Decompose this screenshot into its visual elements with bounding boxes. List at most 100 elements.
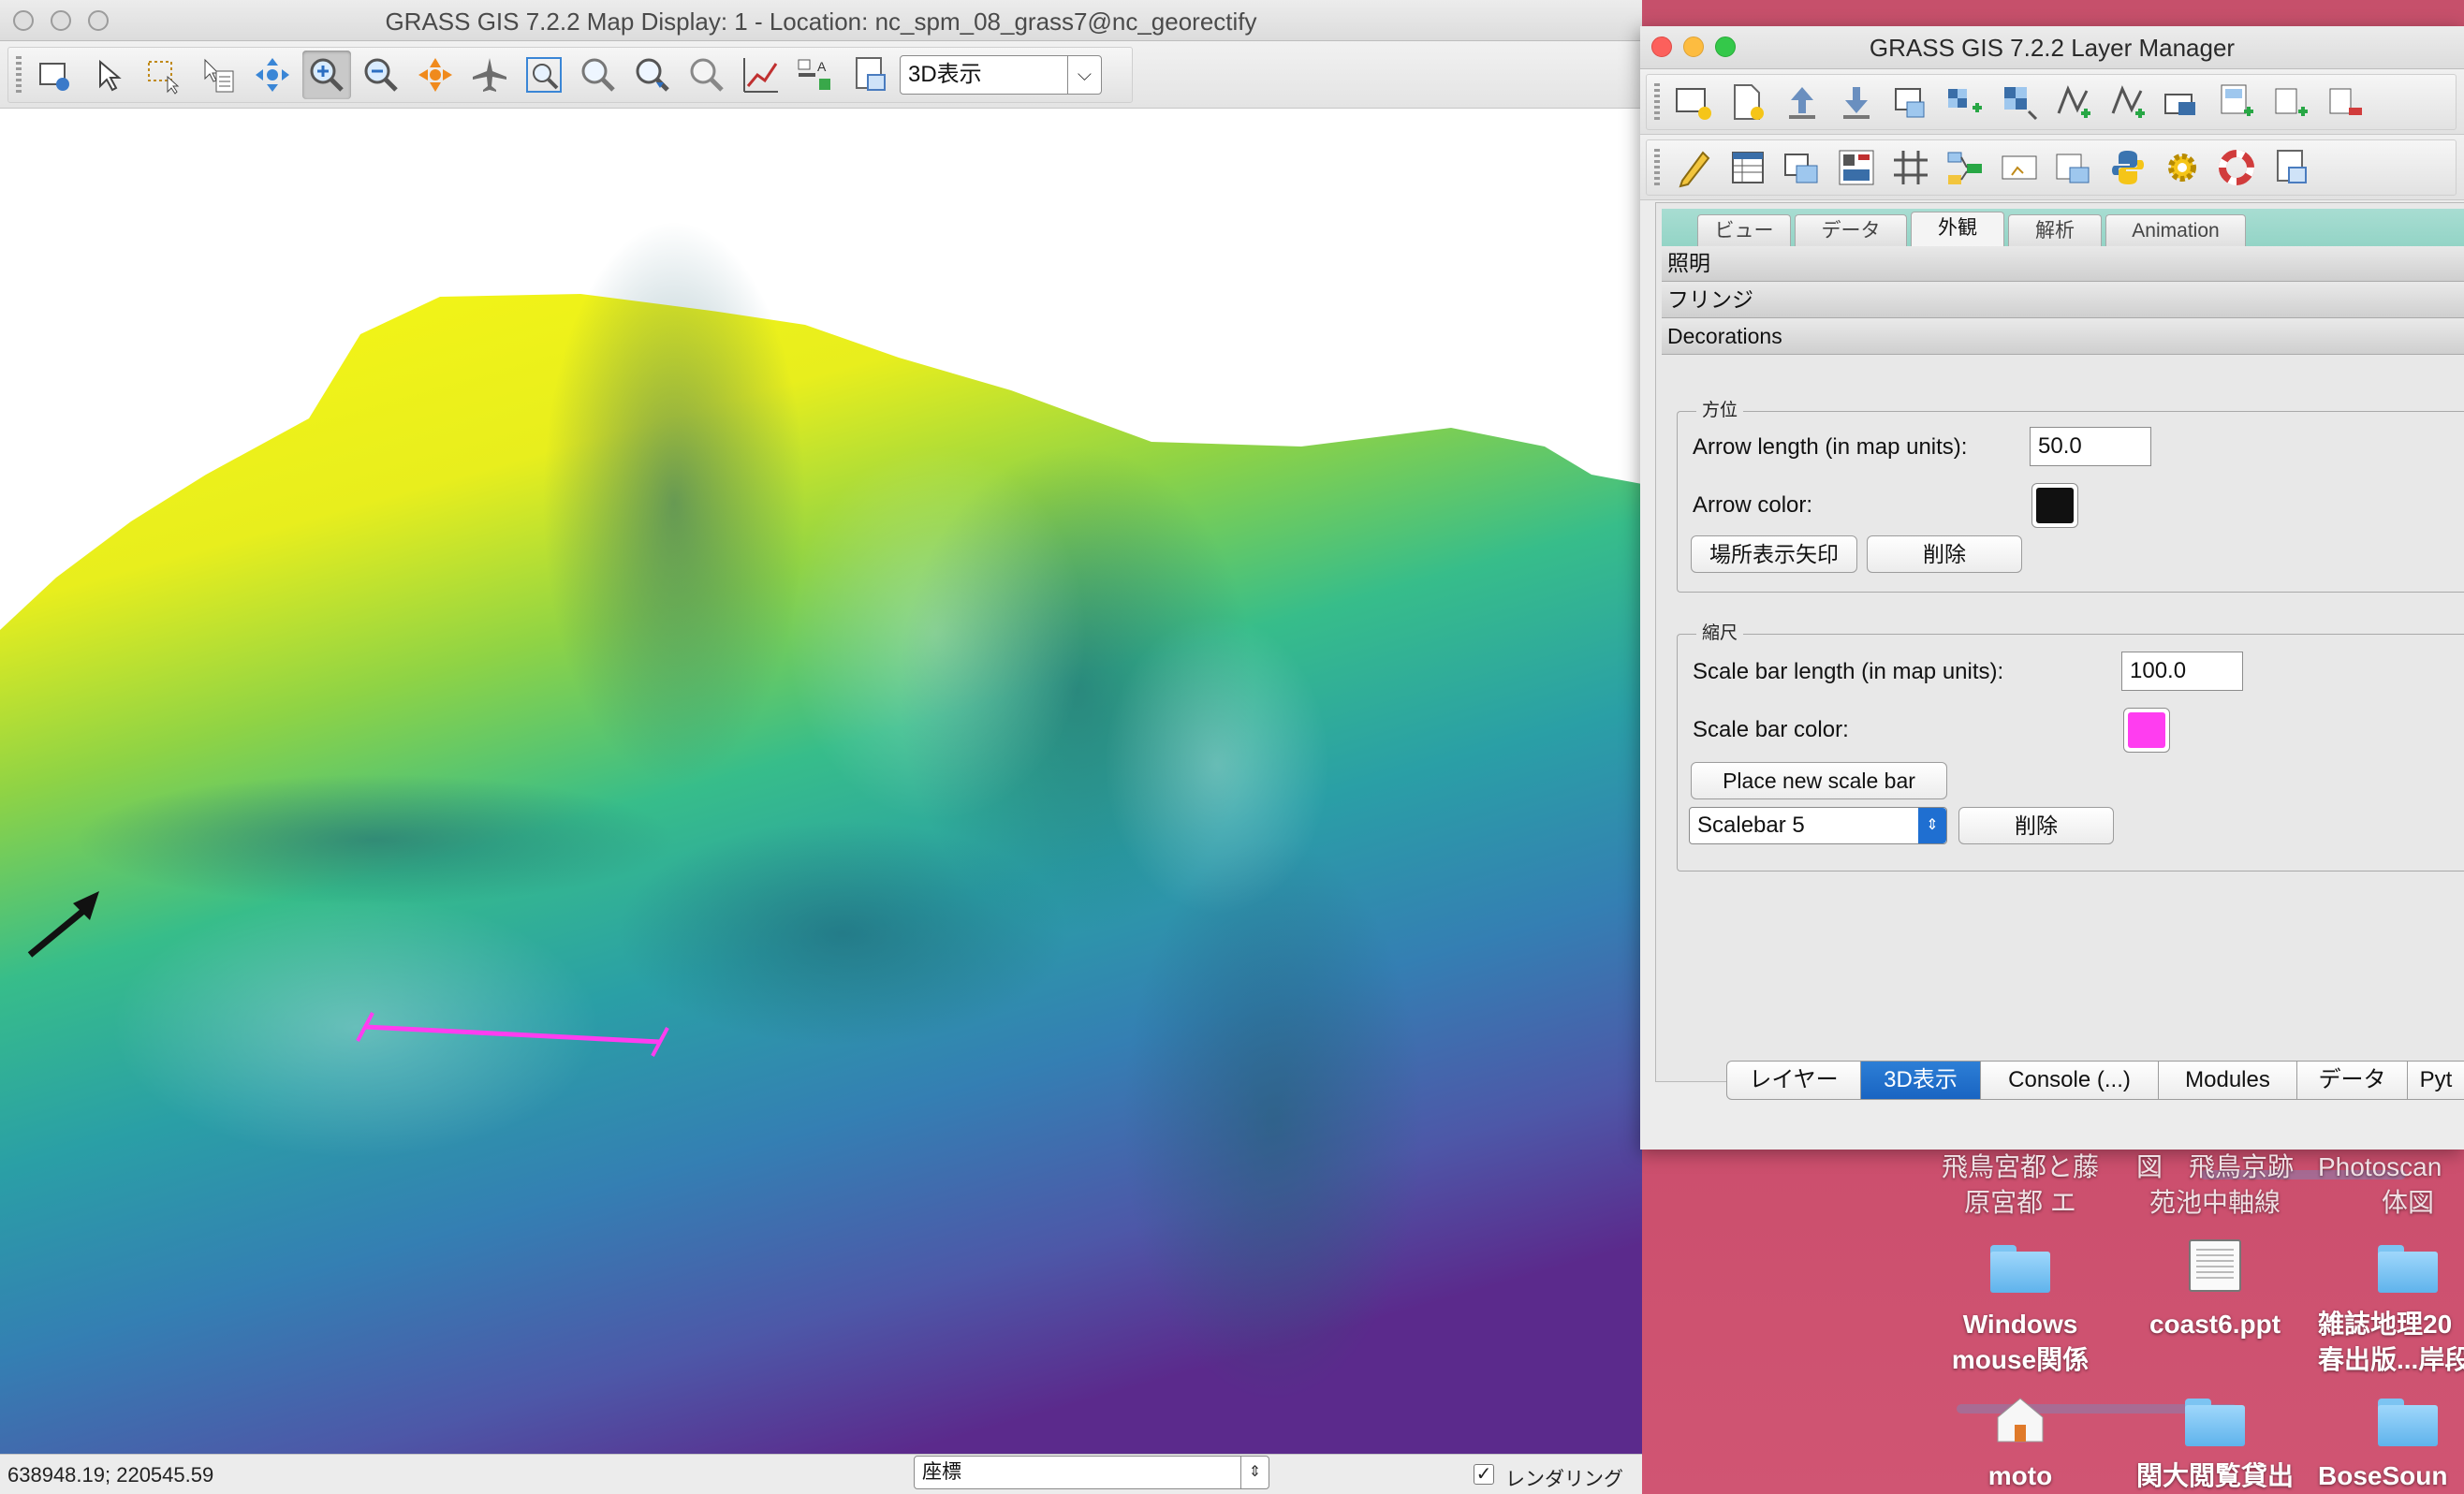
map-display-icon[interactable] bbox=[1778, 143, 1826, 192]
tab-animation[interactable]: Animation bbox=[2105, 214, 2246, 248]
add-vector-misc-icon[interactable] bbox=[2104, 78, 2152, 126]
toolbar-grip[interactable] bbox=[1654, 149, 1660, 186]
svg-text:A: A bbox=[817, 59, 827, 74]
overlay-icon[interactable]: A bbox=[791, 51, 840, 99]
zoom-in-icon[interactable] bbox=[302, 51, 351, 99]
load-map-layers-icon[interactable] bbox=[1886, 78, 1935, 126]
section-lighting[interactable]: 照明 bbox=[1662, 246, 2464, 282]
remove-layer-icon[interactable] bbox=[2321, 78, 2369, 126]
scalebar-select-value: Scalebar 5 bbox=[1697, 813, 1805, 838]
arrow-length-input[interactable]: 50.0 bbox=[2030, 427, 2151, 466]
arrow-color-button[interactable] bbox=[2031, 483, 2078, 528]
save-display-icon[interactable] bbox=[2266, 143, 2315, 192]
tab-python[interactable]: Pyt bbox=[2408, 1061, 2464, 1100]
add-misc-layer-icon[interactable] bbox=[2266, 78, 2315, 126]
chevron-updown-icon: ⇕ bbox=[1240, 1457, 1269, 1488]
map-toolbar-group: A 3D表示 ⌵ bbox=[7, 47, 1133, 103]
folder-icon bbox=[2378, 1399, 2438, 1446]
tab-modules[interactable]: Modules bbox=[2159, 1061, 2297, 1100]
zoom-out-icon[interactable] bbox=[357, 51, 405, 99]
add-vector-icon[interactable] bbox=[2049, 78, 2098, 126]
query-icon[interactable] bbox=[194, 51, 242, 99]
desktop-folder-chiri[interactable]: 雑誌地理20 春出版...岸段 bbox=[2305, 1236, 2464, 1378]
scale-bar-color-button[interactable] bbox=[2123, 708, 2170, 753]
render-checkbox[interactable]: ✓ bbox=[1474, 1464, 1494, 1485]
terrain-3d-view[interactable] bbox=[0, 110, 1642, 1454]
zoom-region-icon[interactable] bbox=[520, 51, 568, 99]
pointer-icon[interactable] bbox=[85, 51, 134, 99]
save-icon[interactable] bbox=[845, 51, 894, 99]
new-workspace-icon[interactable] bbox=[1723, 78, 1772, 126]
zoom-last-icon[interactable] bbox=[682, 51, 731, 99]
georectify-icon[interactable] bbox=[1886, 143, 1935, 192]
cartographic-composer-icon[interactable] bbox=[1832, 143, 1881, 192]
fly-icon[interactable] bbox=[465, 51, 514, 99]
desktop-item-label: 体図 bbox=[2381, 1188, 2434, 1217]
place-arrow-button[interactable]: 場所表示矢印 bbox=[1691, 535, 1857, 573]
python-shell-icon[interactable] bbox=[2104, 143, 2152, 192]
edit-vector-icon[interactable] bbox=[1669, 143, 1718, 192]
toolbar-grip[interactable] bbox=[16, 56, 22, 94]
desktop-item-label: BoseSoun bbox=[2318, 1461, 2448, 1490]
tab-layers[interactable]: レイヤー bbox=[1726, 1061, 1861, 1100]
layer-tree-icon[interactable] bbox=[2049, 143, 2098, 192]
arrow-length-label: Arrow length (in map units): bbox=[1693, 434, 1968, 460]
tab-console[interactable]: Console (...) bbox=[1981, 1061, 2159, 1100]
desktop-item-label: moto bbox=[1987, 1461, 2053, 1490]
graphical-modeler-icon[interactable] bbox=[1941, 143, 1989, 192]
view-mode-value: 3D表示 bbox=[908, 62, 982, 87]
tab-data-catalog[interactable]: データ bbox=[2297, 1061, 2408, 1100]
add-overlay-icon[interactable] bbox=[2158, 78, 2207, 126]
desktop-item[interactable]: 図 飛鳥京跡 苑池中軸線 bbox=[2112, 1150, 2318, 1221]
status-mode-select[interactable]: 座標 ⇕ bbox=[914, 1456, 1269, 1489]
desktop-folder-home[interactable]: moto bbox=[1917, 1395, 2123, 1494]
tab-view[interactable]: ビュー bbox=[1697, 214, 1791, 248]
open-workspace-icon[interactable] bbox=[1778, 78, 1826, 126]
valley-shading bbox=[75, 774, 674, 905]
coordinates-readout: 638948.19; 220545.59 bbox=[7, 1463, 214, 1487]
save-workspace-icon[interactable] bbox=[1832, 78, 1881, 126]
north-arrow-group: 方位 Arrow length (in map units): 50.0 Arr… bbox=[1677, 396, 2464, 593]
display-map-icon[interactable] bbox=[31, 51, 80, 99]
select-icon[interactable] bbox=[139, 51, 188, 99]
add-group-icon[interactable] bbox=[2212, 78, 2261, 126]
map-toolbar: A 3D表示 ⌵ bbox=[0, 41, 1642, 109]
map-canvas[interactable] bbox=[0, 110, 1642, 1454]
map-swipe-icon[interactable] bbox=[1995, 143, 2044, 192]
pan-icon[interactable] bbox=[248, 51, 297, 99]
tab-data[interactable]: データ bbox=[1795, 214, 1907, 248]
desktop-folder-bose[interactable]: BoseSoun bbox=[2305, 1395, 2464, 1494]
desktop-folder-windows[interactable]: Windows mouse関係 bbox=[1917, 1236, 2123, 1378]
view-mode-select[interactable]: 3D表示 ⌵ bbox=[900, 55, 1102, 95]
desktop-item-label: mouse関係 bbox=[1951, 1345, 2090, 1374]
add-raster-icon[interactable] bbox=[1941, 78, 1989, 126]
analyze-icon[interactable] bbox=[737, 51, 785, 99]
settings-gear-icon[interactable] bbox=[2158, 143, 2207, 192]
lm-toolbar-2 bbox=[1640, 135, 2464, 200]
attribute-table-icon[interactable] bbox=[1723, 143, 1772, 192]
lm-toolbar-group bbox=[1646, 139, 2457, 196]
scale-bar-length-input[interactable]: 100.0 bbox=[2121, 652, 2243, 691]
map-window-title: GRASS GIS 7.2.2 Map Display: 1 - Locatio… bbox=[385, 7, 1257, 36]
zoom-menu-icon[interactable] bbox=[628, 51, 677, 99]
desktop-folder-kandai[interactable]: 関大閲覧貸出 bbox=[2112, 1395, 2318, 1494]
tab-appearance[interactable]: 外観 bbox=[1911, 212, 2004, 249]
scalebar-select[interactable]: Scalebar 5 ⇕ bbox=[1689, 807, 1947, 844]
section-decorations[interactable]: Decorations bbox=[1662, 319, 2464, 355]
desktop-item[interactable]: Photoscan 体図 bbox=[2305, 1150, 2464, 1221]
section-fringe[interactable]: フリンジ bbox=[1662, 283, 2464, 318]
desktop-file-coast6[interactable]: coast6.ppt bbox=[2112, 1236, 2318, 1342]
delete-scale-bar-button[interactable]: 削除 bbox=[1958, 807, 2114, 844]
help-lifebuoy-icon[interactable] bbox=[2212, 143, 2261, 192]
toolbar-grip[interactable] bbox=[1654, 83, 1660, 121]
desktop-item[interactable]: 飛鳥宮都と藤 原宮都 エ bbox=[1917, 1150, 2123, 1221]
new-display-icon[interactable] bbox=[1669, 78, 1718, 126]
tab-3d-view[interactable]: 3D表示 bbox=[1861, 1061, 1981, 1100]
zoom-extent-icon[interactable] bbox=[411, 51, 460, 99]
add-raster-misc-icon[interactable] bbox=[1995, 78, 2044, 126]
zoom-back-icon[interactable] bbox=[574, 51, 623, 99]
delete-arrow-button[interactable]: 削除 bbox=[1867, 535, 2022, 573]
place-scale-bar-button[interactable]: Place new scale bar bbox=[1691, 762, 1947, 799]
render-checkbox-label: レンダリング bbox=[1505, 1469, 1623, 1490]
tab-analysis[interactable]: 解析 bbox=[2008, 214, 2102, 248]
